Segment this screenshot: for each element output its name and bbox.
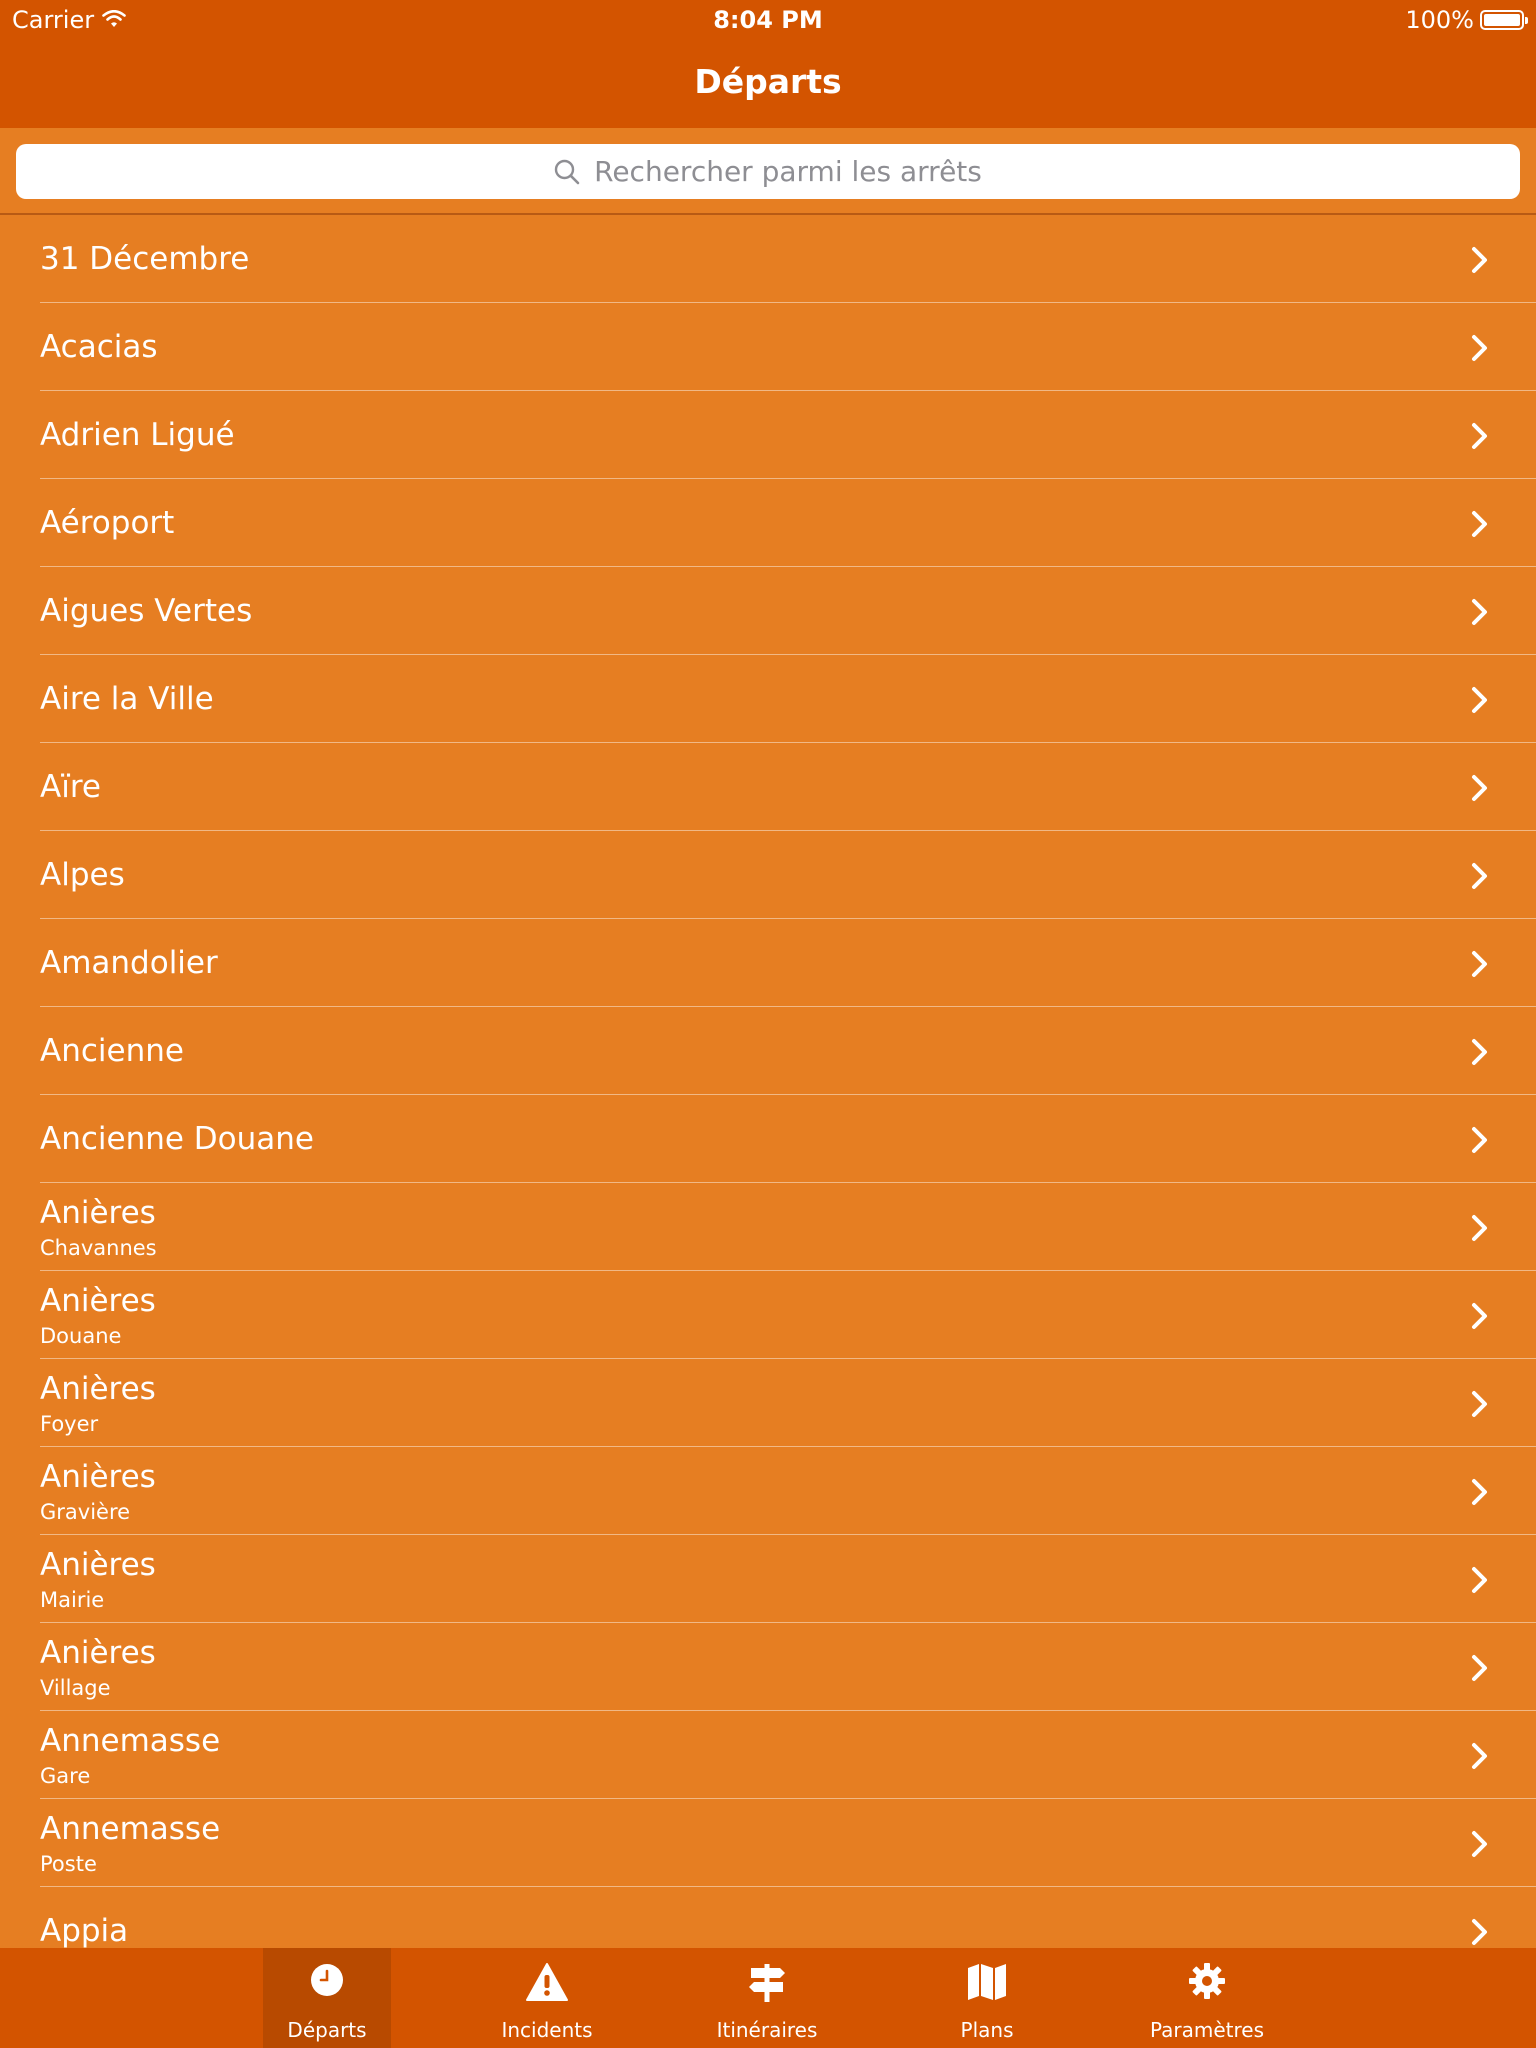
gear-icon (1143, 1962, 1271, 2006)
signpost-icon (703, 1962, 831, 2006)
list-item[interactable]: Ancienne Douane (40, 1095, 1536, 1183)
stop-name: Aéroport (40, 505, 175, 541)
stop-name: Aigues Vertes (40, 593, 253, 629)
stop-name: Amandolier (40, 945, 218, 981)
list-item[interactable]: 31 Décembre (40, 215, 1536, 303)
chevron-right-icon (1470, 862, 1490, 894)
chevron-right-icon (1470, 1830, 1490, 1862)
battery-icon (1480, 10, 1528, 30)
map-icon (923, 1962, 1051, 2006)
status-time: 8:04 PM (713, 6, 823, 34)
stop-name: Anières (40, 1635, 156, 1671)
stop-subtitle: Mairie (40, 1588, 105, 1612)
top-bar: Carrier 8:04 PM 100% Départs (0, 0, 1536, 128)
stop-name: Aïre (40, 769, 101, 805)
list-item[interactable]: Aigues Vertes (40, 567, 1536, 655)
list-item[interactable]: Anières Mairie (40, 1535, 1536, 1623)
list-item[interactable]: Anières Village (40, 1623, 1536, 1711)
chevron-right-icon (1470, 510, 1490, 542)
chevron-right-icon (1470, 1390, 1490, 1422)
stop-subtitle: Village (40, 1676, 111, 1700)
chevron-right-icon (1470, 598, 1490, 630)
list-item[interactable]: Anières Douane (40, 1271, 1536, 1359)
chevron-right-icon (1470, 686, 1490, 718)
tab-signpost[interactable]: Itinéraires (703, 1948, 831, 2048)
tab-bar: Départs Incidents Itinéraires Plans Paramètr… (0, 1948, 1536, 2048)
stop-name: Anières (40, 1195, 156, 1231)
list-item[interactable]: Appia (40, 1887, 1536, 1948)
stop-name: Ancienne (40, 1033, 184, 1069)
battery-indicator: 100% (1405, 6, 1528, 34)
chevron-right-icon (1470, 950, 1490, 982)
search-bar-container: Rechercher parmi les arrêts (0, 128, 1536, 215)
stops-list: 31 Décembre Acacias Adrien Ligué Aéroport Ai… (0, 215, 1536, 1948)
page-title: Départs (694, 62, 842, 101)
stop-name: Anières (40, 1371, 156, 1407)
stop-name: Adrien Ligué (40, 417, 235, 453)
stop-name: Acacias (40, 329, 158, 365)
stop-name: Appia (40, 1913, 129, 1948)
battery-percent: 100% (1405, 6, 1474, 34)
warning-icon (483, 1962, 611, 2006)
stop-subtitle: Chavannes (40, 1236, 157, 1260)
list-item[interactable]: Ancienne (40, 1007, 1536, 1095)
chevron-right-icon (1470, 1918, 1490, 1948)
chevron-right-icon (1470, 1126, 1490, 1158)
list-item[interactable]: Anières Chavannes (40, 1183, 1536, 1271)
chevron-right-icon (1470, 1302, 1490, 1334)
chevron-right-icon (1470, 422, 1490, 454)
search-placeholder: Rechercher parmi les arrêts (594, 155, 982, 188)
chevron-right-icon (1470, 1654, 1490, 1686)
list-item[interactable]: Adrien Ligué (40, 391, 1536, 479)
tab-warning[interactable]: Incidents (483, 1948, 611, 2048)
tab-label: Incidents (501, 2018, 593, 2042)
list-item[interactable]: Acacias (40, 303, 1536, 391)
chevron-right-icon (1470, 246, 1490, 278)
chevron-right-icon (1470, 1566, 1490, 1598)
list-item[interactable]: Aire la Ville (40, 655, 1536, 743)
stop-name: Ancienne Douane (40, 1121, 315, 1157)
status-bar: Carrier 8:04 PM 100% (0, 0, 1536, 40)
list-item[interactable]: Aéroport (40, 479, 1536, 567)
list-item[interactable]: Anières Foyer (40, 1359, 1536, 1447)
stop-name: Annemasse (40, 1723, 221, 1759)
stop-name: 31 Décembre (40, 241, 250, 277)
list-item[interactable]: Aïre (40, 743, 1536, 831)
chevron-right-icon (1470, 774, 1490, 806)
stop-subtitle: Douane (40, 1324, 122, 1348)
stop-name: Anières (40, 1283, 156, 1319)
tab-map[interactable]: Plans (923, 1948, 1051, 2048)
chevron-right-icon (1470, 334, 1490, 366)
clock-icon (263, 1962, 391, 2006)
search-input[interactable]: Rechercher parmi les arrêts (16, 144, 1520, 199)
stop-subtitle: Gare (40, 1764, 91, 1788)
list-item[interactable]: Anières Gravière (40, 1447, 1536, 1535)
list-item[interactable]: Amandolier (40, 919, 1536, 1007)
list-item[interactable]: Annemasse Gare (40, 1711, 1536, 1799)
tab-gear[interactable]: Paramètres (1143, 1948, 1271, 2048)
tab-label: Paramètres (1149, 2018, 1265, 2042)
search-icon (554, 159, 580, 185)
stop-subtitle: Poste (40, 1852, 97, 1876)
tab-label: Plans (960, 2018, 1014, 2042)
tab-label: Itinéraires (716, 2018, 818, 2042)
stop-name: Aire la Ville (40, 681, 214, 717)
stop-name: Alpes (40, 857, 125, 893)
list-item[interactable]: Alpes (40, 831, 1536, 919)
list-item[interactable]: Annemasse Poste (40, 1799, 1536, 1887)
stop-subtitle: Gravière (40, 1500, 131, 1524)
stop-name: Anières (40, 1459, 156, 1495)
tab-label: Départs (287, 2018, 367, 2042)
stop-name: Anières (40, 1547, 156, 1583)
stop-name: Annemasse (40, 1811, 221, 1847)
chevron-right-icon (1470, 1038, 1490, 1070)
chevron-right-icon (1470, 1214, 1490, 1246)
chevron-right-icon (1470, 1742, 1490, 1774)
stop-subtitle: Foyer (40, 1412, 99, 1436)
chevron-right-icon (1470, 1478, 1490, 1510)
tab-clock[interactable]: Départs (263, 1948, 391, 2048)
